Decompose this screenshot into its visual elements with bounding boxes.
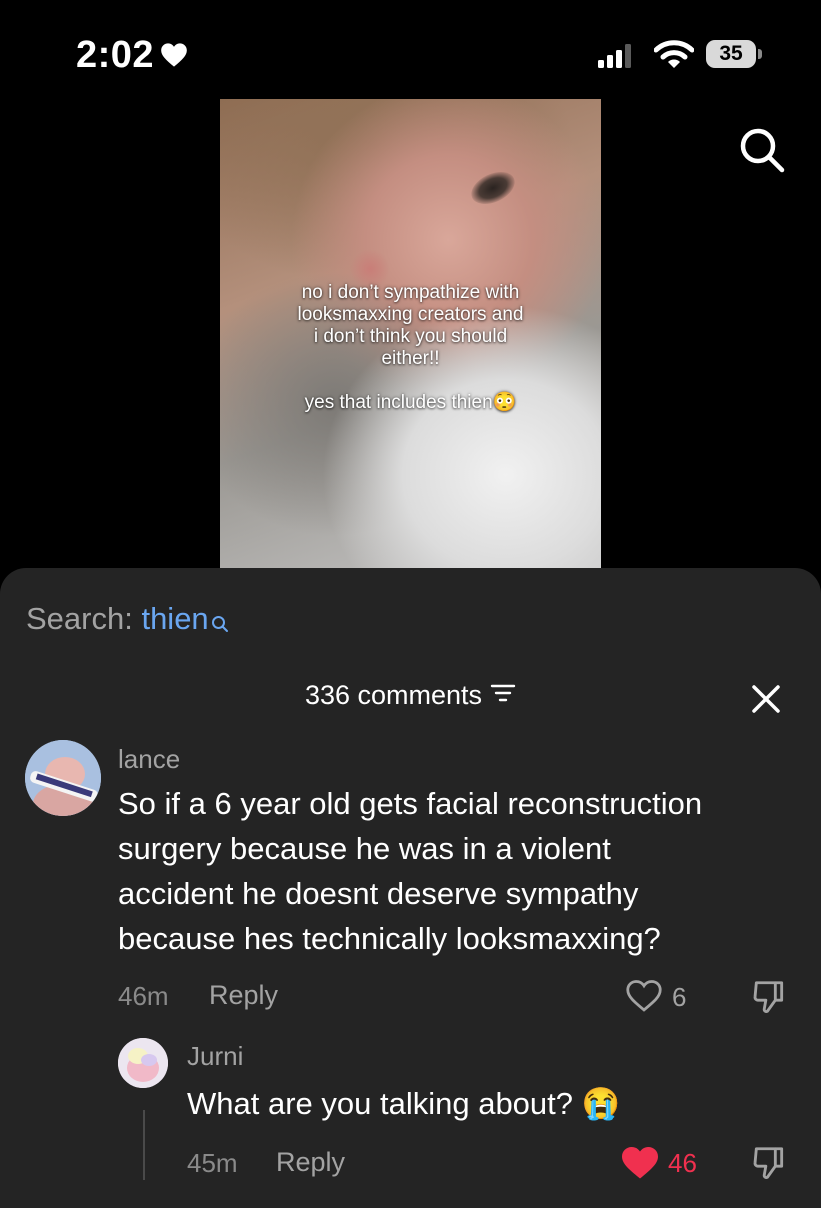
comments-header: 336 comments bbox=[0, 680, 821, 711]
status-bar: 2:02 35 bbox=[0, 0, 821, 100]
like-button[interactable] bbox=[620, 1145, 660, 1186]
close-icon[interactable] bbox=[750, 683, 782, 715]
comment-count: 336 comments bbox=[304, 680, 483, 710]
video-frame-detail bbox=[466, 165, 520, 211]
search-keyword[interactable]: thien bbox=[141, 601, 208, 636]
thread-line bbox=[143, 1110, 145, 1180]
sort-filter-icon[interactable] bbox=[490, 679, 516, 710]
comment-text: What are you talking about? 😭 bbox=[187, 1086, 621, 1121]
comment-username[interactable]: lance bbox=[118, 744, 180, 775]
comment-text: So if a 6 year old gets facial reconstru… bbox=[118, 781, 702, 961]
like-button[interactable] bbox=[625, 979, 663, 1018]
caption-line: either!! bbox=[381, 348, 440, 369]
caption-line: yes that includes thien😳 bbox=[304, 392, 517, 413]
avatar[interactable] bbox=[118, 1038, 168, 1088]
comment-text-line: accident he doesnt deserve sympathy bbox=[118, 876, 639, 911]
like-count: 6 bbox=[672, 982, 687, 1012]
battery-icon: 35 bbox=[706, 40, 762, 70]
heart-outline-icon bbox=[625, 980, 663, 1017]
heart-filled-icon bbox=[620, 1146, 660, 1185]
wifi-icon bbox=[653, 40, 695, 75]
search-icon[interactable] bbox=[737, 125, 787, 175]
comments-sheet: Search: thien 336 comments lance So if a… bbox=[0, 568, 821, 1208]
caption-line: no i don’t sympathize with bbox=[301, 282, 520, 303]
comment-text-line: surgery because he was in a violent bbox=[118, 831, 611, 866]
reply-button[interactable]: Reply bbox=[276, 1147, 345, 1178]
search-suggestion[interactable]: Search: thien bbox=[26, 601, 229, 641]
reply-button[interactable]: Reply bbox=[209, 980, 278, 1011]
search-label: Search: bbox=[26, 601, 142, 636]
comment-timestamp: 45m bbox=[187, 1148, 238, 1178]
like-count: 46 bbox=[668, 1148, 697, 1178]
avatar[interactable] bbox=[25, 740, 101, 816]
battery-level: 35 bbox=[706, 40, 756, 68]
video-caption: no i don’t sympathize with looksmaxxing … bbox=[220, 282, 601, 414]
heart-icon bbox=[160, 42, 188, 73]
caption-line: looksmaxxing creators and bbox=[297, 304, 524, 325]
dislike-icon[interactable] bbox=[750, 1144, 788, 1187]
caption-line: i don’t think you should bbox=[313, 326, 508, 347]
cellular-signal-icon bbox=[598, 44, 634, 73]
dislike-icon[interactable] bbox=[750, 978, 788, 1021]
comment-timestamp: 46m bbox=[118, 981, 169, 1011]
comment-text-line: So if a 6 year old gets facial reconstru… bbox=[118, 786, 703, 821]
status-time: 2:02 bbox=[76, 34, 155, 76]
comment-text-line: because hes technically looksmaxxing? bbox=[118, 921, 661, 956]
comment-username[interactable]: Jurni bbox=[187, 1041, 243, 1072]
video-preview[interactable]: no i don’t sympathize with looksmaxxing … bbox=[220, 99, 601, 569]
search-small-icon bbox=[211, 605, 229, 641]
